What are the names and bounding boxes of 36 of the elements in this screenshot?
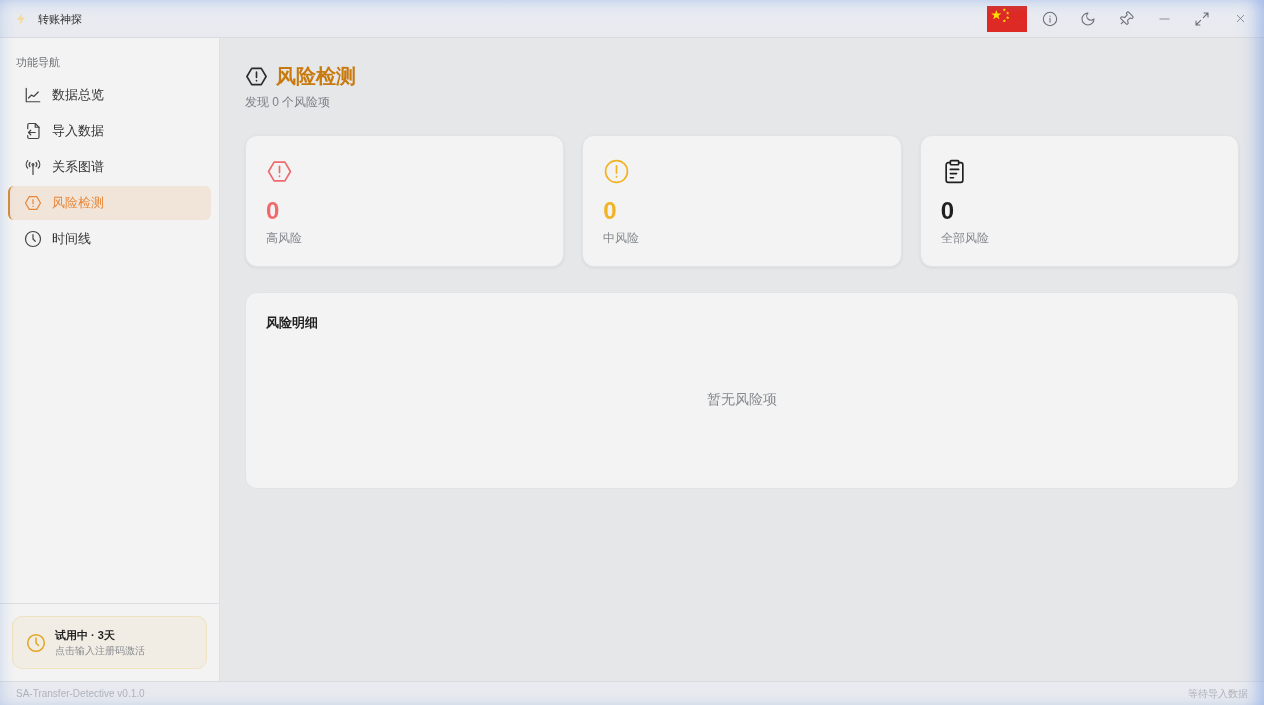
trial-title: 试用中 · 3天 <box>55 627 116 643</box>
file-arrow-icon <box>24 122 42 140</box>
circle-exclamation-icon <box>603 159 631 184</box>
page-title: 风险检测 <box>276 64 356 88</box>
info-icon <box>1042 10 1058 27</box>
pin-icon <box>1118 10 1134 27</box>
empty-message: 暂无风险项 <box>707 390 777 408</box>
nav-item[interactable]: 导入数据 <box>8 114 211 148</box>
hexagon-exclamation-icon <box>266 159 293 184</box>
close-icon <box>1234 13 1246 24</box>
stat-label: 全部风险 <box>940 230 990 246</box>
maximize-icon <box>1194 10 1210 27</box>
clock-icon <box>26 632 46 653</box>
stat-value: 0 <box>266 196 281 226</box>
trend-line-icon <box>24 86 42 104</box>
language-button[interactable] <box>987 5 1027 32</box>
window-title: 转账神探 <box>38 11 82 27</box>
trial-card[interactable]: 试用中 · 3天 点击输入注册码激活 <box>12 616 207 669</box>
stat-value: 0 <box>603 196 618 226</box>
nav-item[interactable]: 关系图谱 <box>8 150 211 184</box>
trial-subtitle: 点击输入注册码激活 <box>55 643 145 658</box>
clock-icon <box>24 230 42 248</box>
nav-item[interactable]: 数据总览 <box>8 78 211 112</box>
stat-label: 中风险 <box>603 230 641 246</box>
antenna-icon <box>24 158 42 176</box>
stat-label: 高风险 <box>266 230 303 246</box>
details-title: 风险明细 <box>266 314 319 332</box>
flag-icon <box>987 5 1027 32</box>
moon-icon <box>1080 10 1096 27</box>
minimize-icon <box>1158 17 1170 20</box>
nav-heading: 功能导航 <box>15 55 61 70</box>
lightning-logo-icon <box>16 12 26 25</box>
page-subtitle: 发现 0 个风险项 <box>245 94 332 110</box>
hexagon-exclamation-icon <box>24 194 42 212</box>
stat-value: 0 <box>940 196 955 226</box>
nav-item[interactable]: 时间线 <box>8 222 211 256</box>
